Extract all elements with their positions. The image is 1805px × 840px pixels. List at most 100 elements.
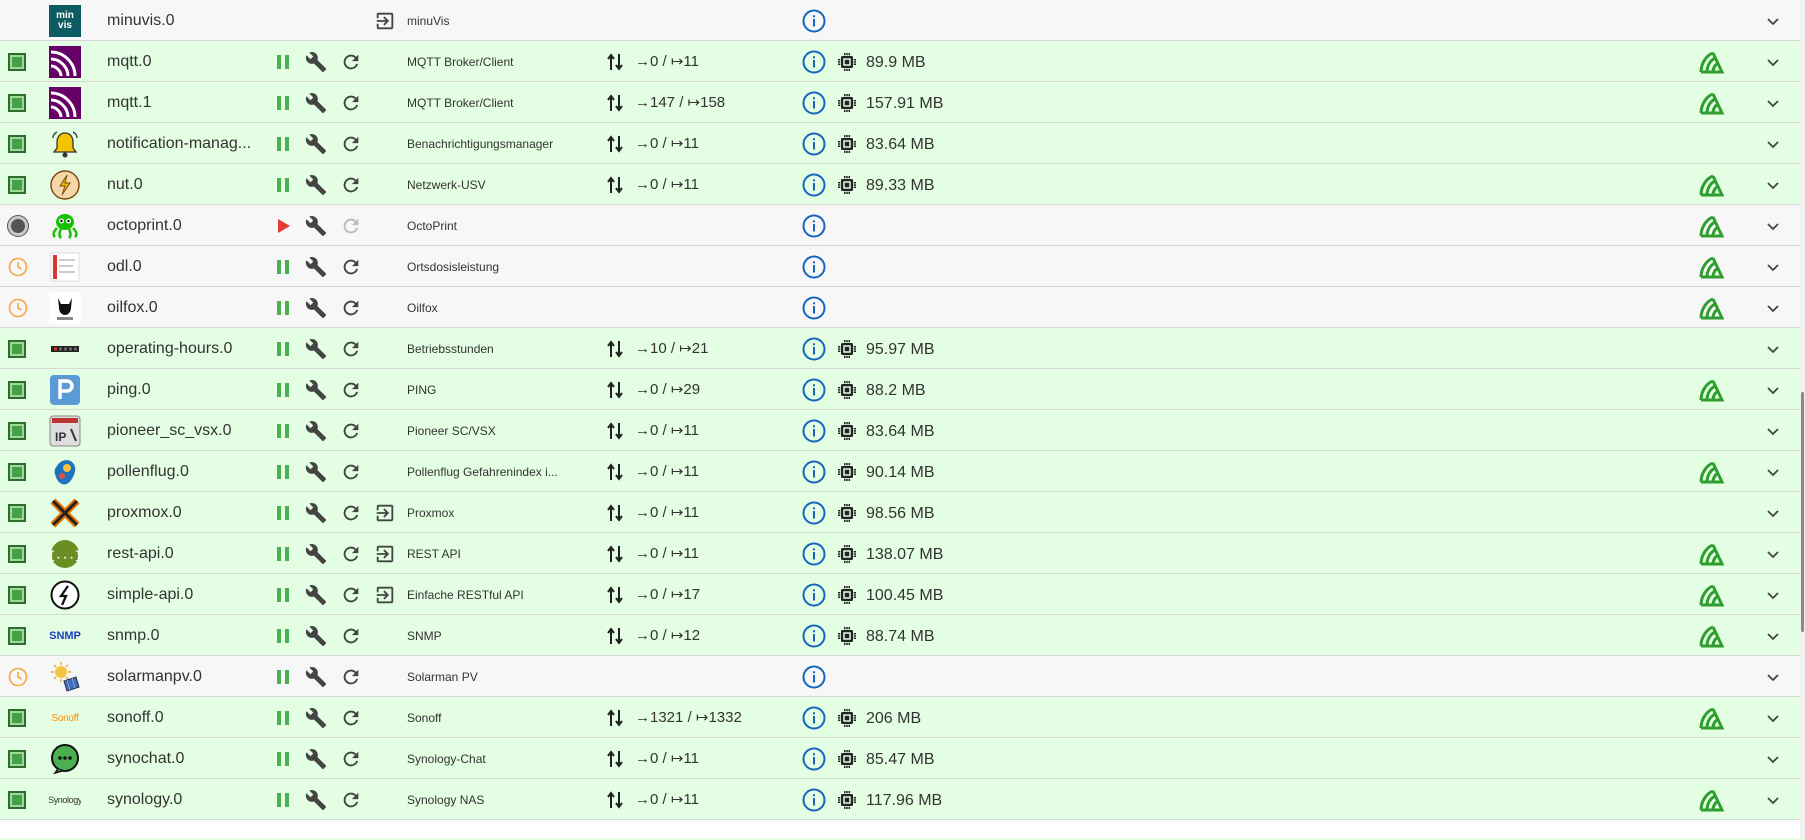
wrench-icon[interactable] [305,584,327,606]
adapter-row-oilfox-0[interactable]: oilfox.0 Oilfox [0,287,1800,328]
pause-icon[interactable] [272,51,294,73]
chevron-down-icon[interactable] [1765,628,1781,644]
adapter-row-pioneer-sc-vsx-0[interactable]: IP pioneer_sc_vsx.0 Pioneer SC/VSX →0 / ↦11… [0,410,1800,451]
play-icon[interactable] [272,215,294,237]
chevron-down-icon[interactable] [1765,587,1781,603]
wrench-icon[interactable] [305,625,327,647]
restart-icon[interactable] [340,666,362,688]
pause-icon[interactable] [272,502,294,524]
info-icon[interactable] [802,255,826,279]
restart-icon[interactable] [340,625,362,647]
restart-icon[interactable] [340,338,362,360]
pause-icon[interactable] [272,297,294,319]
restart-icon[interactable] [340,297,362,319]
open-link-icon[interactable] [374,10,396,32]
adapter-row-simple-api-0[interactable]: simple-api.0 Einfache RESTful API →0 / ↦17… [0,574,1800,615]
chevron-down-icon[interactable] [1765,341,1781,357]
pause-icon[interactable] [272,666,294,688]
wrench-icon[interactable] [305,461,327,483]
info-icon[interactable] [802,583,826,607]
info-icon[interactable] [802,50,826,74]
wrench-icon[interactable] [305,92,327,114]
pause-icon[interactable] [272,707,294,729]
wrench-icon[interactable] [305,666,327,688]
pause-icon[interactable] [272,256,294,278]
adapter-row-sonoff-0[interactable]: Sonoff sonoff.0 Sonoff →1321 / ↦1332 206 MB [0,697,1800,738]
info-icon[interactable] [802,132,826,156]
adapter-row-notification-manag[interactable]: notification-manag... Benachrichtigungsma… [0,123,1800,164]
adapter-row-solarmanpv-0[interactable]: solarmanpv.0 Solarman PV [0,656,1800,697]
wrench-icon[interactable] [305,707,327,729]
pause-icon[interactable] [272,461,294,483]
adapter-row-pollenflug-0[interactable]: pollenflug.0 Pollenflug Gefahrenindex i..… [0,451,1800,492]
open-link-icon[interactable] [374,543,396,565]
chevron-down-icon[interactable] [1765,136,1781,152]
pause-icon[interactable] [272,338,294,360]
chevron-down-icon[interactable] [1765,546,1781,562]
restart-icon[interactable] [340,502,362,524]
chevron-down-icon[interactable] [1765,382,1781,398]
pause-icon[interactable] [272,584,294,606]
restart-icon[interactable] [340,256,362,278]
restart-icon[interactable] [340,51,362,73]
chevron-down-icon[interactable] [1765,177,1781,193]
chevron-down-icon[interactable] [1765,792,1781,808]
adapter-row-synochat-0[interactable]: synochat.0 Synology-Chat →0 / ↦11 85.47 MB [0,738,1800,779]
wrench-icon[interactable] [305,379,327,401]
restart-icon[interactable] [340,543,362,565]
info-icon[interactable] [802,747,826,771]
info-icon[interactable] [802,460,826,484]
restart-icon[interactable] [340,584,362,606]
info-icon[interactable] [802,173,826,197]
info-icon[interactable] [802,91,826,115]
restart-icon[interactable] [340,420,362,442]
info-icon[interactable] [802,788,826,812]
chevron-down-icon[interactable] [1765,218,1781,234]
wrench-icon[interactable] [305,420,327,442]
info-icon[interactable] [802,501,826,525]
pause-icon[interactable] [272,420,294,442]
wrench-icon[interactable] [305,543,327,565]
open-link-icon[interactable] [374,584,396,606]
chevron-down-icon[interactable] [1765,300,1781,316]
wrench-icon[interactable] [305,256,327,278]
chevron-down-icon[interactable] [1765,669,1781,685]
restart-icon[interactable] [340,133,362,155]
adapter-row-rest-api-0[interactable]: {...} rest-api.0 REST API →0 / ↦11 138.07 MB [0,533,1800,574]
chevron-down-icon[interactable] [1765,464,1781,480]
chevron-down-icon[interactable] [1765,751,1781,767]
adapter-row-operating-hours-0[interactable]: operating-hours.0 Betriebsstunden →10 / ↦2… [0,328,1800,369]
adapter-row-nut-0[interactable]: nut.0 Netzwerk-USV →0 / ↦11 89.33 MB [0,164,1800,205]
wrench-icon[interactable] [305,502,327,524]
wrench-icon[interactable] [305,51,327,73]
adapter-row-mqtt-1[interactable]: mqtt.1 MQTT Broker/Client →147 / ↦158 157.9… [0,82,1800,123]
chevron-down-icon[interactable] [1765,13,1781,29]
wrench-icon[interactable] [305,174,327,196]
info-icon[interactable] [802,542,826,566]
adapter-row-snmp-0[interactable]: SNMP snmp.0 SNMP →0 / ↦12 88.74 MB [0,615,1800,656]
pause-icon[interactable] [272,133,294,155]
wrench-icon[interactable] [305,789,327,811]
info-icon[interactable] [802,706,826,730]
chevron-down-icon[interactable] [1765,259,1781,275]
scrollbar-thumb[interactable] [1801,392,1804,632]
restart-icon[interactable] [340,748,362,770]
chevron-down-icon[interactable] [1765,505,1781,521]
restart-icon[interactable] [340,92,362,114]
adapter-row-proxmox-0[interactable]: proxmox.0 Proxmox →0 / ↦11 98.56 MB [0,492,1800,533]
pause-icon[interactable] [272,379,294,401]
adapter-row-octoprint-0[interactable]: octoprint.0 OctoPrint [0,205,1800,246]
wrench-icon[interactable] [305,133,327,155]
adapter-row-ping-0[interactable]: ping.0 PING →0 / ↦29 88.2 MB [0,369,1800,410]
restart-icon[interactable] [340,461,362,483]
wrench-icon[interactable] [305,297,327,319]
pause-icon[interactable] [272,625,294,647]
info-icon[interactable] [802,378,826,402]
restart-icon[interactable] [340,379,362,401]
info-icon[interactable] [802,665,826,689]
info-icon[interactable] [802,624,826,648]
restart-icon[interactable] [340,707,362,729]
chevron-down-icon[interactable] [1765,54,1781,70]
adapter-row-mqtt-0[interactable]: mqtt.0 MQTT Broker/Client →0 / ↦11 89.9 MB [0,41,1800,82]
info-icon[interactable] [802,296,826,320]
